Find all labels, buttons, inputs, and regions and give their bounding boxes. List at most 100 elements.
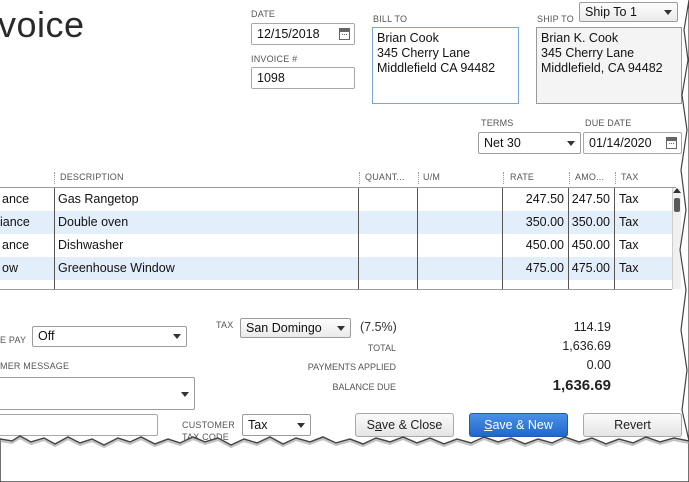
rate-cell[interactable]: 350.00	[506, 215, 564, 229]
customer-message-select[interactable]	[0, 377, 195, 410]
item-cell[interactable]: ance	[2, 238, 29, 252]
description-cell[interactable]: Double oven	[58, 215, 128, 229]
column-separator	[615, 172, 616, 184]
rate-cell[interactable]: 247.50	[506, 192, 564, 206]
column-tax[interactable]: TAX	[621, 172, 638, 182]
column-divider	[502, 188, 503, 289]
due-date-label: DUE DATE	[585, 118, 632, 128]
table-row[interactable]: ance Gas Rangetop 247.50 247.50 Tax	[0, 188, 672, 211]
save-new-button[interactable]: Save & New	[469, 413, 568, 437]
customer-tax-code-label-1: CUSTOMER	[182, 420, 235, 430]
due-date-value: 01/14/2020	[589, 136, 652, 150]
customer-tax-code-label-2: TAX CODE	[182, 432, 229, 442]
form-title: voice	[0, 4, 85, 45]
bill-to-address[interactable]: Brian Cook 345 Cherry Lane Middlefield C…	[372, 27, 519, 104]
description-cell[interactable]: Gas Rangetop	[58, 192, 139, 206]
ship-to-select[interactable]: Ship To 1	[579, 2, 678, 22]
payments-applied-value: 0.00	[586, 358, 611, 372]
save-close-label-part: ve & Close	[381, 418, 443, 432]
tax-cell[interactable]: Tax	[619, 215, 638, 229]
tax-cell[interactable]: Tax	[619, 238, 638, 252]
item-cell[interactable]: iance	[0, 215, 30, 229]
calendar-icon[interactable]	[339, 28, 350, 40]
column-um[interactable]: U/M	[423, 172, 440, 182]
customer-message-label: MER MESSAGE	[0, 361, 70, 371]
bill-to-line-2: 345 Cherry Lane	[377, 46, 471, 60]
ship-to-line-2: 345 Cherry Lane	[541, 46, 635, 60]
scroll-thumb[interactable]	[674, 198, 680, 212]
column-divider	[568, 188, 569, 289]
ship-to-line-1: Brian K. Cook	[541, 31, 619, 45]
calendar-icon[interactable]	[666, 137, 677, 149]
description-cell[interactable]: Dishwasher	[58, 238, 123, 252]
ship-to-select-value: Ship To 1	[585, 5, 637, 19]
chevron-down-icon	[173, 334, 181, 339]
save-new-label-part: ave & New	[492, 418, 553, 432]
chevron-down-icon	[567, 141, 575, 146]
line-items-header: DESCRIPTION QUANT... U/M RATE AMO... TAX	[0, 168, 676, 188]
table-row[interactable]: ow Greenhouse Window 475.00 475.00 Tax	[0, 257, 672, 280]
rate-cell[interactable]: 450.00	[506, 238, 564, 252]
bill-to-line-3: Middlefield CA 94482	[377, 61, 496, 75]
memo-field[interactable]	[0, 414, 158, 436]
total-value: 1,636.69	[562, 339, 611, 353]
table-row[interactable]: iance Double oven 350.00 350.00 Tax	[0, 211, 672, 234]
tax-item-select[interactable]: San Domingo	[240, 318, 351, 338]
rate-cell[interactable]: 475.00	[506, 261, 564, 275]
date-field[interactable]: 12/15/2018	[251, 23, 355, 45]
tax-cell[interactable]: Tax	[619, 261, 638, 275]
tax-label: TAX	[216, 320, 234, 330]
date-value: 12/15/2018	[257, 27, 320, 41]
save-close-label-part: a	[374, 418, 382, 432]
chevron-down-icon	[181, 392, 189, 397]
amount-cell[interactable]: 450.00	[568, 238, 610, 252]
table-bottom-border	[0, 289, 672, 290]
chevron-down-icon	[297, 423, 305, 428]
terms-select[interactable]: Net 30	[478, 132, 581, 154]
amount-cell[interactable]: 475.00	[568, 261, 610, 275]
invoice-number-label: INVOICE #	[251, 54, 298, 64]
invoice-number-field[interactable]: 1098	[251, 67, 355, 89]
amount-cell[interactable]: 350.00	[568, 215, 610, 229]
customer-tax-code-value: Tax	[248, 418, 268, 432]
scroll-up-arrow-icon[interactable]	[673, 188, 681, 193]
online-pay-label: E PAY	[0, 335, 27, 345]
ship-to-line-3: Middlefield, CA 94482	[541, 61, 663, 75]
column-rate[interactable]: RATE	[510, 172, 534, 182]
description-cell[interactable]: Greenhouse Window	[58, 261, 175, 275]
column-quantity[interactable]: QUANT...	[365, 172, 405, 182]
due-date-field[interactable]: 01/14/2020	[583, 132, 682, 154]
tax-cell[interactable]: Tax	[619, 192, 638, 206]
save-close-button[interactable]: Save & Close	[355, 413, 454, 437]
online-pay-value: Off	[38, 329, 55, 343]
column-separator	[569, 172, 570, 184]
item-cell[interactable]: ow	[2, 261, 18, 275]
ship-to-address[interactable]: Brian K. Cook 345 Cherry Lane Middlefiel…	[536, 27, 682, 104]
chevron-down-icon	[664, 10, 672, 15]
tax-item-value: San Domingo	[246, 321, 322, 335]
total-label: TOTAL	[367, 343, 396, 353]
terms-label: TERMS	[481, 118, 514, 128]
column-amount[interactable]: AMO...	[575, 172, 604, 182]
column-separator	[359, 172, 360, 184]
bill-to-line-1: Brian Cook	[377, 31, 439, 45]
column-divider	[54, 188, 55, 289]
column-divider	[614, 188, 615, 289]
table-scrollbar[interactable]	[672, 188, 681, 289]
column-divider	[417, 188, 418, 289]
tax-amount: 114.19	[573, 320, 611, 334]
amount-cell[interactable]: 247.50	[568, 192, 610, 206]
column-separator	[54, 172, 55, 184]
revert-button[interactable]: Revert	[583, 413, 682, 437]
table-row[interactable]: ance Dishwasher 450.00 450.00 Tax	[0, 234, 672, 257]
invoice-window: voice DATE 12/15/2018 INVOICE # 1098 BIL…	[0, 0, 689, 482]
item-cell[interactable]: ance	[2, 192, 29, 206]
ship-to-label: SHIP TO	[537, 14, 574, 24]
online-pay-select[interactable]: Off	[32, 326, 187, 347]
balance-due-value: 1,636.69	[552, 377, 611, 394]
column-separator	[418, 172, 419, 184]
column-description[interactable]: DESCRIPTION	[60, 172, 124, 182]
column-separator	[503, 172, 504, 184]
chevron-down-icon	[337, 326, 345, 331]
customer-tax-code-select[interactable]: Tax	[242, 414, 311, 436]
